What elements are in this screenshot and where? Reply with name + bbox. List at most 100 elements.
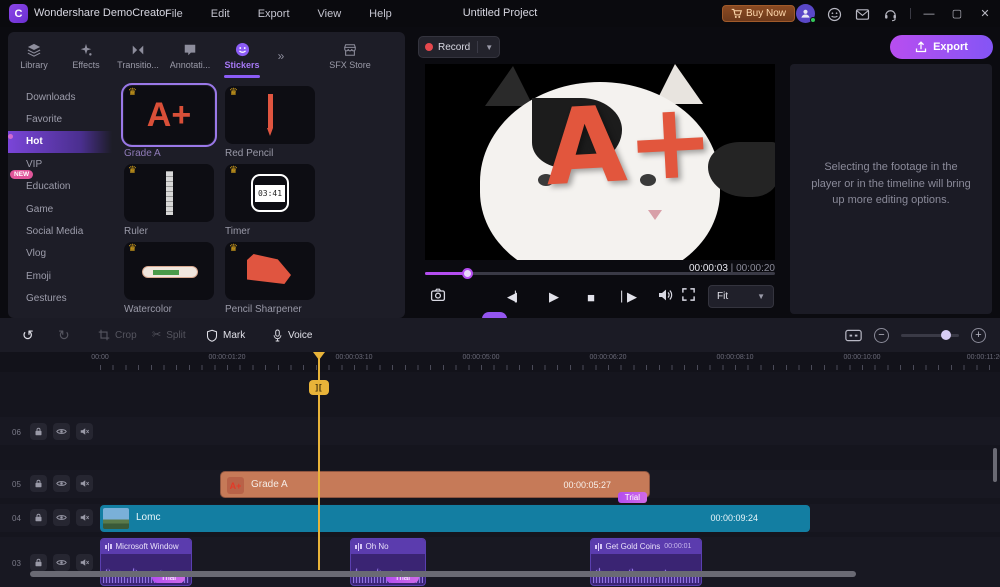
maximize-button[interactable]: ▢ <box>948 5 966 22</box>
record-dropdown-chevron[interactable]: ▼ <box>485 43 493 52</box>
sticker-label: Timer <box>225 226 251 237</box>
buy-now-button[interactable]: Buy Now <box>722 5 796 22</box>
zoom-in-button[interactable]: + <box>971 327 986 343</box>
messages-icon[interactable] <box>852 4 872 24</box>
fullscreen-button[interactable] <box>681 287 696 302</box>
cart-icon <box>731 8 742 19</box>
sticker-grade-a[interactable]: A+ ♛ <box>121 83 217 147</box>
timeline-zoom-slider[interactable] <box>901 329 959 340</box>
stop-button[interactable]: ■ <box>587 290 595 305</box>
previous-frame-button[interactable]: ◀ ▏ <box>507 289 523 305</box>
category-vlog[interactable]: Vlog <box>8 243 112 265</box>
clip-grade-a[interactable]: A+ Grade A 00:00:05:27 Trial <box>220 471 650 503</box>
record-button[interactable]: Record ▼ <box>418 36 501 58</box>
menu-file[interactable]: File <box>165 8 183 20</box>
export-button[interactable]: Export <box>890 35 993 59</box>
clip-lomc[interactable]: Lomc 00:00:09:24 <box>100 505 810 532</box>
video-thumbnail <box>103 508 129 529</box>
more-tabs-chevron[interactable]: » <box>268 49 294 63</box>
split-scissors-icon: ✂ <box>152 328 162 341</box>
minimize-button[interactable]: — <box>920 5 938 22</box>
category-gestures[interactable]: Gestures <box>8 288 112 310</box>
split-button[interactable]: ✂ Split <box>152 323 186 347</box>
category-education[interactable]: NEW Education <box>8 169 112 198</box>
crown-icon: ♛ <box>128 165 137 176</box>
zoom-out-button[interactable]: − <box>874 327 889 343</box>
next-frame-button[interactable]: ▏ ▶ <box>621 289 637 305</box>
timeline-horizontal-scrollbar[interactable] <box>30 571 856 577</box>
menu-view[interactable]: View <box>318 8 342 20</box>
preview-controls: ◀ ▏ ▶ ■ ▏ ▶ Fit ▼ <box>425 284 775 314</box>
lock-icon[interactable] <box>30 475 47 492</box>
titlebar-divider <box>910 8 911 19</box>
menu-help[interactable]: Help <box>369 8 392 20</box>
play-button[interactable]: ▶ <box>549 289 559 305</box>
transitions-icon <box>131 42 145 57</box>
tab-stickers[interactable]: Stickers <box>216 32 268 80</box>
mark-button[interactable]: Mark <box>206 323 245 347</box>
app-logo-icon: C <box>9 4 28 23</box>
tab-sfx-store[interactable]: SFX Store <box>324 32 376 80</box>
new-badge: NEW <box>10 169 34 179</box>
tab-annotations[interactable]: Annotati... <box>164 32 216 80</box>
eye-icon[interactable] <box>53 423 70 440</box>
sticker-timer[interactable]: 03:41 ♛ <box>225 164 315 222</box>
mute-speaker-icon[interactable] <box>76 423 93 440</box>
support-headset-icon[interactable] <box>880 4 900 24</box>
redo-button[interactable]: ↻ <box>58 323 70 347</box>
category-hot[interactable]: Hot <box>8 130 112 154</box>
sticker-label: Watercolor <box>124 304 172 315</box>
properties-panel: Selecting the footage in the player or i… <box>790 64 992 314</box>
sticker-ruler[interactable]: ♛ <box>124 164 214 222</box>
menu-edit[interactable]: Edit <box>211 8 230 20</box>
close-button[interactable]: ✕ <box>976 5 994 22</box>
tab-effects[interactable]: Effects <box>60 32 112 80</box>
feedback-smiley-icon[interactable] <box>824 4 844 24</box>
eye-icon[interactable] <box>53 475 70 492</box>
eye-icon[interactable] <box>53 509 70 526</box>
mute-speaker-icon[interactable] <box>76 554 93 571</box>
fit-timeline-icon[interactable] <box>845 329 862 342</box>
category-emoji[interactable]: Emoji <box>8 265 112 287</box>
zoom-slider-handle[interactable] <box>941 329 952 340</box>
voice-button[interactable]: Voice <box>272 323 312 347</box>
sticker-pencil-sharpener[interactable]: ♛ <box>225 242 315 300</box>
lock-icon[interactable] <box>30 423 47 440</box>
menubar: File Edit Export View Help <box>165 0 392 27</box>
clip-get-gold-coins[interactable]: Get Gold Coins 00:00:01 <box>590 538 702 586</box>
grade-a-sticker-overlay[interactable]: A+ <box>542 79 717 210</box>
timeline-ruler[interactable]: 00:00 00:00:01:20 00:00:03:10 00:00:05:0… <box>0 352 1000 372</box>
category-social-media[interactable]: Social Media <box>8 220 112 242</box>
audio-waveform-icon <box>355 542 362 551</box>
mute-speaker-icon[interactable] <box>76 509 93 526</box>
volume-button[interactable] <box>657 287 673 303</box>
tab-transitions[interactable]: Transitio... <box>112 32 164 80</box>
undo-button[interactable]: ↺ <box>22 323 34 347</box>
lock-icon[interactable] <box>30 554 47 571</box>
tab-library[interactable]: Library <box>8 32 60 80</box>
video-preview[interactable]: A+ <box>425 64 775 260</box>
playhead-handle[interactable]: ][ <box>309 380 329 395</box>
clip-microsoft-window[interactable]: Microsoft Window Trial <box>100 538 192 586</box>
playhead-marker[interactable] <box>313 352 325 360</box>
zoom-fit-dropdown[interactable]: Fit ▼ <box>708 285 774 308</box>
record-dot-icon <box>425 43 433 51</box>
account-avatar[interactable] <box>796 4 816 23</box>
eye-icon[interactable] <box>53 554 70 571</box>
lock-icon[interactable] <box>30 509 47 526</box>
preview-seek-bar[interactable] <box>425 268 775 279</box>
sticker-watercolor[interactable]: ♛ <box>124 242 214 300</box>
snapshot-camera-button[interactable] <box>430 287 446 303</box>
timer-artwork: 03:41 <box>251 174 289 212</box>
menu-export[interactable]: Export <box>258 8 290 20</box>
timeline-tracks: 06 05 04 03 A+ Grade A 00:00:05:27 Trial… <box>0 372 1000 587</box>
category-game[interactable]: Game <box>8 198 112 220</box>
mute-speaker-icon[interactable] <box>76 475 93 492</box>
timeline-vertical-scrollbar[interactable] <box>993 448 997 482</box>
category-downloads[interactable]: Downloads <box>8 86 112 108</box>
clip-oh-no[interactable]: Oh No Trial <box>350 538 426 586</box>
sticker-red-pencil[interactable]: ♛ <box>225 86 315 144</box>
category-favorite[interactable]: Favorite <box>8 108 112 130</box>
seek-bar-handle[interactable] <box>462 268 473 279</box>
crop-button[interactable]: Crop <box>98 323 137 347</box>
